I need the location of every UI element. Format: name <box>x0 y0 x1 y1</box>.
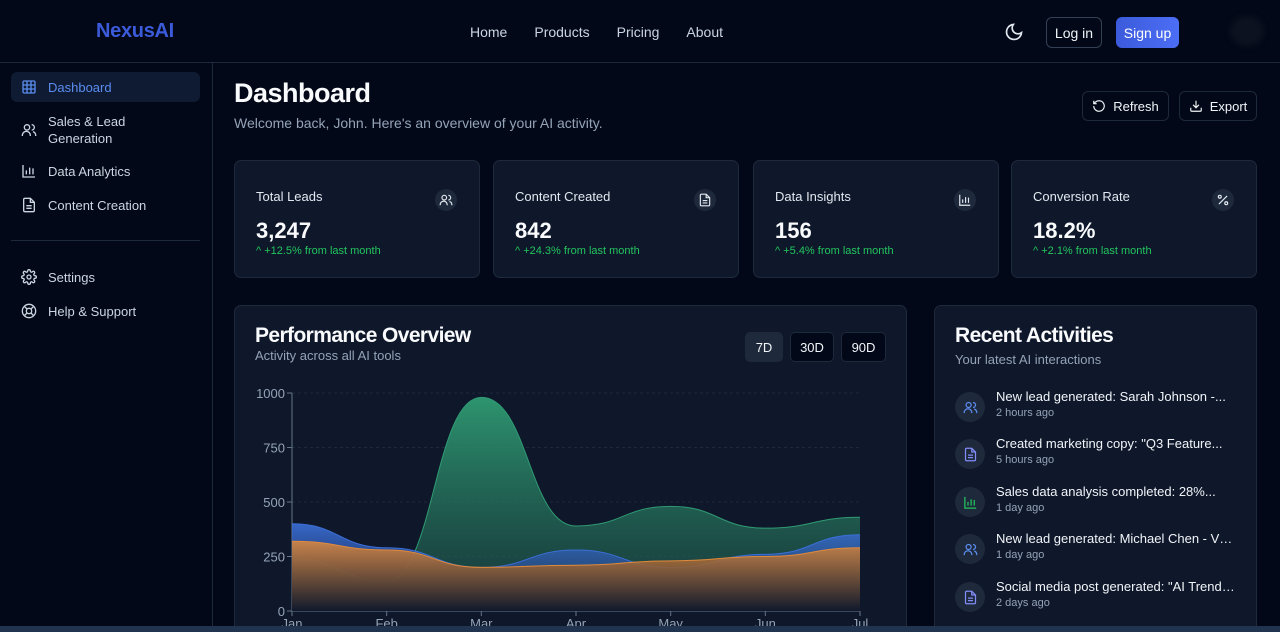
percent-icon <box>1212 189 1234 211</box>
activity-text: Created marketing copy: "Q3 Feature... <box>996 436 1223 451</box>
file-text-icon <box>955 582 985 612</box>
activities-subtitle: Your latest AI interactions <box>955 352 1102 367</box>
window-bottom-edge <box>0 626 1280 632</box>
sidebar-item-sales[interactable]: Sales & Lead Generation <box>11 112 200 148</box>
stat-value: 3,247 <box>256 218 312 243</box>
activity-time: 1 day ago <box>996 549 1045 561</box>
brand-logo[interactable]: NexusAI <box>96 20 174 43</box>
activity-time: 5 hours ago <box>996 454 1055 466</box>
bar-chart-icon <box>954 189 976 211</box>
stat-value: 156 <box>775 218 812 243</box>
lifebuoy-icon <box>21 303 37 319</box>
gear-icon <box>21 269 37 285</box>
page-title: Dashboard <box>234 78 371 108</box>
stat-value: 842 <box>515 218 552 243</box>
main-nav: Home Products Pricing About <box>470 24 723 40</box>
export-label: Export <box>1209 98 1248 114</box>
sidebar: Dashboard Sales & Lead Generation Data A… <box>0 63 213 632</box>
stat-change: ^ +24.3% from last month <box>515 245 640 257</box>
page-subtitle: Welcome back, John. Here's an overview o… <box>234 115 603 131</box>
file-text-icon <box>23 197 35 213</box>
sidebar-item-label: Help & Support <box>48 303 137 319</box>
refresh-icon <box>1093 100 1106 112</box>
stat-label: Total Leads <box>256 189 323 204</box>
refresh-label: Refresh <box>1113 98 1159 114</box>
stat-change: ^ +5.4% from last month <box>775 245 894 257</box>
sidebar-item-content[interactable]: Content Creation <box>11 195 200 215</box>
stat-label: Conversion Rate <box>1033 189 1130 204</box>
stat-change: ^ +2.1% from last month <box>1033 245 1152 257</box>
activity-item[interactable]: Social media post generated: "AI Trends.… <box>955 579 1240 617</box>
sidebar-item-settings[interactable]: Settings <box>11 267 200 287</box>
top-navbar: NexusAI Home Products Pricing About Log … <box>0 0 1280 63</box>
activity-text: New lead generated: Michael Chen - VP... <box>996 531 1236 546</box>
activity-time: 1 day ago <box>996 502 1045 514</box>
sidebar-item-label: Sales & Lead Generation <box>48 114 126 146</box>
moon-icon[interactable] <box>1004 22 1024 42</box>
range-30d-button[interactable]: 30D <box>790 332 834 362</box>
file-text-icon <box>694 189 716 211</box>
activity-item[interactable]: Created marketing copy: "Q3 Feature... 5… <box>955 436 1240 474</box>
activity-text: Social media post generated: "AI Trends.… <box>996 579 1236 594</box>
performance-subtitle: Activity across all AI tools <box>255 348 401 363</box>
range-90d-button[interactable]: 90D <box>841 332 886 362</box>
performance-title: Performance Overview <box>255 324 471 347</box>
users-icon <box>955 392 985 422</box>
users-icon <box>21 124 37 136</box>
sidebar-item-help[interactable]: Help & Support <box>11 301 200 321</box>
activity-time: 2 hours ago <box>996 407 1055 419</box>
sidebar-item-label: Data Analytics <box>48 163 131 179</box>
activity-text: New lead generated: Sarah Johnson -... <box>996 389 1226 404</box>
activity-item[interactable]: New lead generated: Michael Chen - VP...… <box>955 531 1240 569</box>
activity-item[interactable]: New lead generated: Sarah Johnson -... 2… <box>955 389 1240 427</box>
login-button[interactable]: Log in <box>1046 17 1102 48</box>
stat-card-total-leads: Total Leads 3,247 ^ +12.5% from last mon… <box>234 160 480 278</box>
bar-chart-icon <box>955 487 985 517</box>
sidebar-item-label: Content Creation <box>48 197 147 213</box>
sidebar-divider <box>11 240 200 241</box>
sidebar-item-label: Settings <box>48 269 95 285</box>
users-icon <box>955 534 985 564</box>
nav-pricing[interactable]: Pricing <box>617 24 660 40</box>
signup-button[interactable]: Sign up <box>1116 17 1179 48</box>
bar-chart-icon <box>22 165 35 178</box>
grid-icon <box>22 80 36 94</box>
stat-label: Content Created <box>515 189 611 204</box>
sidebar-item-label: Dashboard <box>48 79 112 95</box>
activity-item[interactable]: Sales data analysis completed: 28%... 1 … <box>955 484 1240 522</box>
refresh-button[interactable]: Refresh <box>1082 91 1169 121</box>
activities-title: Recent Activities <box>955 324 1114 347</box>
stat-card-conversion-rate: Conversion Rate 18.2% ^ +2.1% from last … <box>1011 160 1257 278</box>
activity-text: Sales data analysis completed: 28%... <box>996 484 1216 499</box>
stat-card-content-created: Content Created 842 ^ +24.3% from last m… <box>493 160 739 278</box>
sidebar-item-dashboard[interactable]: Dashboard <box>11 72 200 102</box>
stat-label: Data Insights <box>775 189 851 204</box>
nav-about[interactable]: About <box>686 24 723 40</box>
users-icon <box>435 189 457 211</box>
export-button[interactable]: Export <box>1179 91 1257 121</box>
stat-card-data-insights: Data Insights 156 ^ +5.4% from last mont… <box>753 160 999 278</box>
avatar[interactable] <box>1230 16 1264 46</box>
activity-time: 2 days ago <box>996 597 1050 609</box>
stat-value: 18.2% <box>1033 218 1096 243</box>
range-7d-button[interactable]: 7D <box>745 332 783 362</box>
file-text-icon <box>955 439 985 469</box>
nav-products[interactable]: Products <box>534 24 589 40</box>
stat-change: ^ +12.5% from last month <box>256 245 381 257</box>
nav-home[interactable]: Home <box>470 24 507 40</box>
sidebar-item-analytics[interactable]: Data Analytics <box>11 161 200 181</box>
download-icon <box>1189 100 1202 112</box>
